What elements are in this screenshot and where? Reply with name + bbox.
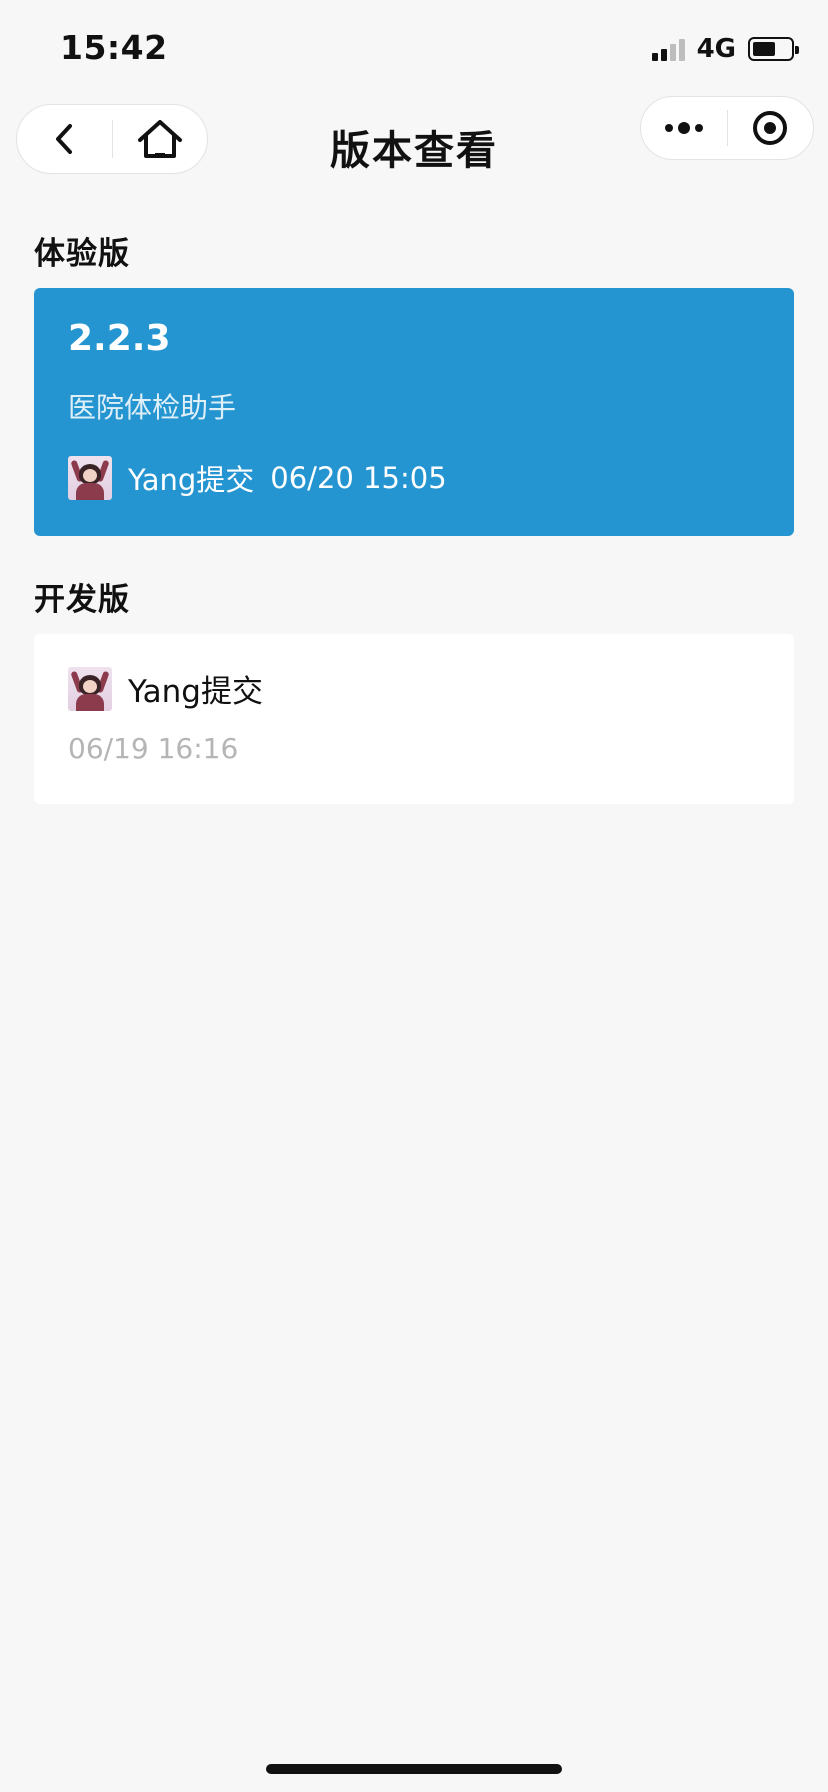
avatar xyxy=(68,456,112,500)
status-indicators: 4G xyxy=(651,34,799,64)
version-number: 2.2.3 xyxy=(68,318,171,359)
version-description: 医院体检助手 xyxy=(68,391,237,424)
close-button[interactable] xyxy=(728,96,814,160)
submitter-name: Yang提交 xyxy=(128,463,255,497)
battery-icon xyxy=(748,37,799,61)
signal-icon xyxy=(651,37,685,61)
network-type: 4G xyxy=(696,34,736,64)
trial-section-title: 体验版 xyxy=(34,236,130,272)
dev-section-title: 开发版 xyxy=(34,582,130,618)
more-dots-icon xyxy=(664,122,703,134)
submit-time: 06/20 15:05 xyxy=(270,461,447,495)
dev-submit-info: Yang提交 xyxy=(68,666,263,711)
more-button[interactable] xyxy=(641,96,727,160)
status-bar: 15:42 4G xyxy=(0,0,828,100)
avatar xyxy=(68,666,112,711)
status-time: 15:42 xyxy=(60,28,168,67)
trial-version-card[interactable]: 2.2.3 医院体检助手 Yang提交 06/20 15:05 xyxy=(34,288,794,536)
target-circle-icon xyxy=(753,111,788,145)
submitter-name: Yang提交 xyxy=(128,674,263,710)
mini-program-capsule xyxy=(640,96,814,160)
dev-version-card[interactable]: Yang提交 06/19 16:16 xyxy=(34,634,794,804)
trial-submit-info: Yang提交 06/20 15:05 xyxy=(68,456,447,500)
home-indicator xyxy=(266,1764,562,1774)
submit-time: 06/19 16:16 xyxy=(68,732,239,765)
